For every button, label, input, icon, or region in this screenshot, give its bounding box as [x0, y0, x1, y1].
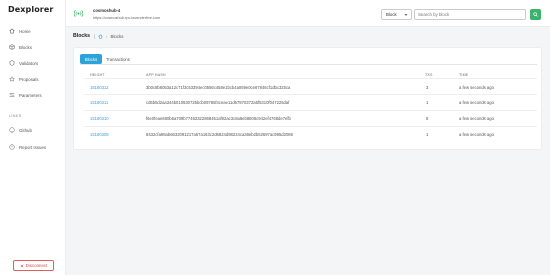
top-bar: cosmoshub-4 https://cosmoshub-rpc.lavend… [66, 0, 550, 27]
row-divider [84, 110, 537, 111]
signal-icon [74, 10, 83, 17]
chevron-right-icon: › [106, 33, 108, 39]
tx-count: 1 [426, 100, 429, 105]
sidebar-item-home[interactable]: Home [9, 26, 31, 36]
block-time: a few seconds ago [459, 85, 494, 90]
search-icon [533, 12, 538, 17]
sidebar-item-github[interactable]: Github [9, 125, 32, 135]
home-icon[interactable] [98, 33, 103, 39]
sliders-icon [9, 92, 15, 98]
sidebar-item-proposals[interactable]: Proposals [9, 74, 39, 84]
block-height-link[interactable]: 15180312 [90, 85, 109, 90]
sidebar-item-label: Parameters [19, 92, 42, 98]
header-divider [84, 78, 537, 79]
app-hash: 8432cfa98ab6632091217a57a163c2d6824d9822… [146, 132, 293, 137]
network-url: https://cosmoshub-rpc.lavenderfive.com [93, 16, 161, 20]
breadcrumb: Blocks | › Blocks [73, 31, 123, 41]
chevron-down-icon [404, 14, 408, 16]
breadcrumb-separator: | [94, 33, 96, 39]
disconnect-label: Disconnect [25, 263, 48, 268]
home-icon [9, 28, 15, 34]
app-hash: f6e0feae680b6a709b77462322868451af92ac3c… [146, 116, 291, 121]
column-header-height: HEIGHT [90, 73, 105, 77]
star-icon [9, 76, 15, 82]
search-button[interactable] [530, 9, 541, 20]
tab-transactions[interactable]: Transactions [106, 54, 130, 64]
search-input[interactable] [414, 9, 526, 20]
sidebar-item-label: Proposals [19, 76, 39, 82]
close-icon [20, 264, 24, 267]
sidebar-item-label: Blocks [19, 44, 32, 50]
block-time: a few seconds ago [459, 132, 494, 137]
bug-icon [9, 144, 15, 150]
block-height-link[interactable]: 15180311 [90, 100, 108, 105]
links-section-label: LINKS [9, 114, 22, 118]
sidebar-item-label: Home [19, 28, 31, 34]
shield-icon [9, 60, 15, 66]
tx-count: 1 [426, 132, 429, 137]
tab-blocks[interactable]: Blocks [80, 54, 102, 64]
disconnect-button[interactable]: Disconnect [13, 260, 54, 271]
column-header-time: TIME [459, 73, 469, 77]
block-time: a few seconds ago [459, 116, 494, 121]
sidebar: Dexplorer Home Blocks Validators Proposa… [0, 0, 66, 275]
breadcrumb-current: Blocks [110, 33, 124, 39]
row-divider [84, 126, 537, 127]
github-icon [9, 127, 15, 133]
block-time: a few seconds ago [459, 100, 494, 105]
sidebar-item-label: Github [19, 127, 32, 133]
tx-count: 3 [426, 85, 429, 90]
row-divider [84, 94, 537, 95]
sidebar-item-report-issues[interactable]: Report Issues [9, 142, 46, 152]
network-name: cosmoshub-4 [93, 8, 121, 13]
brand-logo[interactable]: Dexplorer [8, 5, 53, 14]
sidebar-item-parameters[interactable]: Parameters [9, 90, 42, 100]
column-header-app-hash: APP HASH [146, 73, 166, 77]
sidebar-item-validators[interactable]: Validators [9, 58, 38, 68]
block-height-link[interactable]: 15180309 [90, 132, 109, 137]
sidebar-item-label: Validators [19, 60, 39, 66]
search-type-select[interactable]: Block [381, 9, 412, 20]
blocks-card: Blocks Transactions HEIGHT APP HASH TXS … [73, 47, 542, 150]
app-hash: 3b0c8b6053a12c71f3c53394ec0556c458e1bcb4… [146, 85, 291, 90]
page-title: Blocks [73, 33, 91, 39]
search-type-value: Block [386, 12, 397, 17]
app-hash: cd5b5d2aa344b010630725bcb09785f4ceae11d6… [146, 100, 290, 105]
block-height-link[interactable]: 15180310 [90, 116, 109, 121]
column-header-txs: TXS [425, 73, 433, 77]
sidebar-item-label: Report Issues [19, 144, 47, 150]
cube-icon [9, 44, 15, 50]
tx-count: 8 [426, 116, 429, 121]
sidebar-item-blocks[interactable]: Blocks [9, 42, 32, 52]
tab-divider [80, 64, 537, 65]
